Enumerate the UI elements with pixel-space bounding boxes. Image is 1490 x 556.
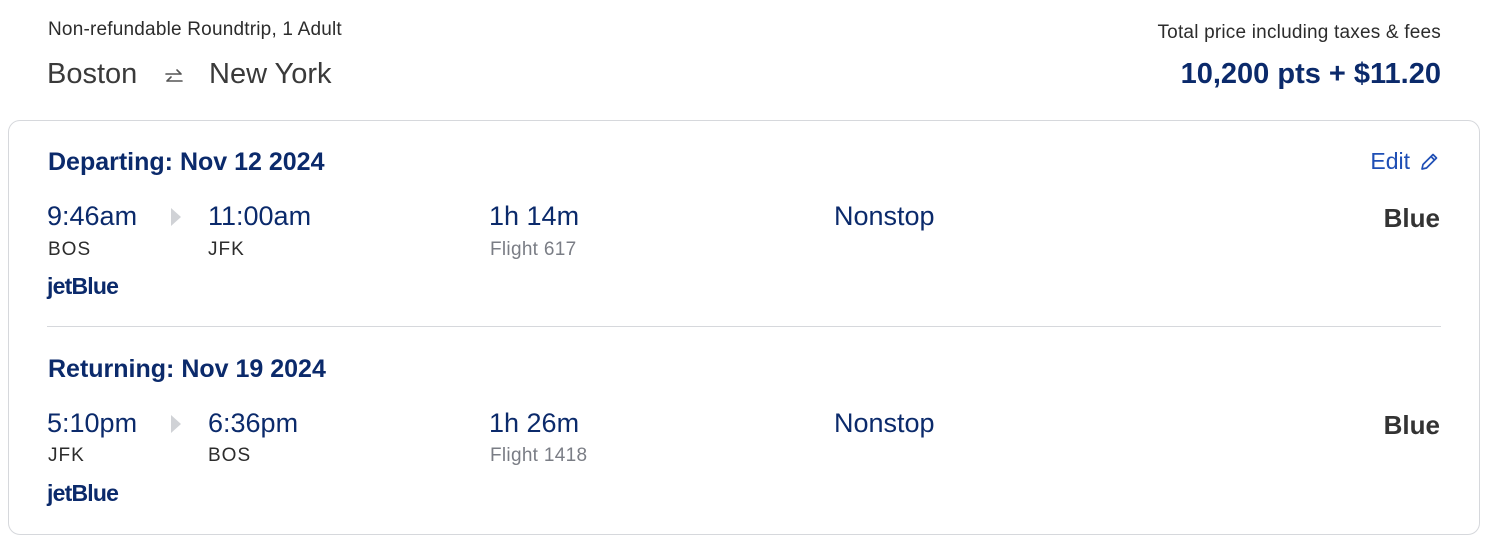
total-price: 10,200 pts + $11.20 [1180, 58, 1441, 90]
jetblue-logo: jetBlue [47, 480, 119, 506]
arrow-right-icon [171, 208, 181, 226]
itinerary-card [8, 120, 1480, 535]
flight-duration: 1h 14m [489, 201, 580, 231]
edit-button[interactable]: Edit [1370, 148, 1440, 175]
departure-airport-code: JFK [48, 445, 85, 466]
stops-label: Nonstop [834, 408, 935, 438]
trip-type-label: Non-refundable Roundtrip, 1 Adult [48, 19, 342, 40]
arrival-time: 11:00am [208, 201, 312, 231]
total-price-label: Total price including taxes & fees [1157, 22, 1441, 43]
origin-city: Boston [47, 58, 138, 90]
swap-arrows-icon [165, 69, 183, 82]
arrow-right-icon [171, 415, 181, 433]
fare-class: Blue [1383, 410, 1440, 440]
flight-duration: 1h 26m [489, 408, 580, 438]
jetblue-logo: jetBlue [47, 273, 119, 299]
departure-time: 9:46am [47, 201, 138, 231]
departure-time: 5:10pm [47, 408, 138, 438]
stops-label: Nonstop [834, 201, 935, 231]
pencil-icon [1421, 153, 1438, 170]
flight-number: Flight 1418 [490, 445, 588, 466]
destination-city: New York [209, 58, 332, 90]
arrival-airport-code: BOS [208, 445, 252, 466]
segment-divider [47, 326, 1441, 327]
flight-number: Flight 617 [490, 239, 577, 260]
segment-title: Departing: Nov 12 2024 [48, 148, 325, 176]
edit-label: Edit [1370, 148, 1410, 174]
fare-class: Blue [1383, 203, 1440, 233]
arrival-time: 6:36pm [208, 408, 299, 438]
arrival-airport-code: JFK [208, 239, 245, 260]
departure-airport-code: BOS [48, 239, 92, 260]
segment-title: Returning: Nov 19 2024 [48, 355, 326, 383]
